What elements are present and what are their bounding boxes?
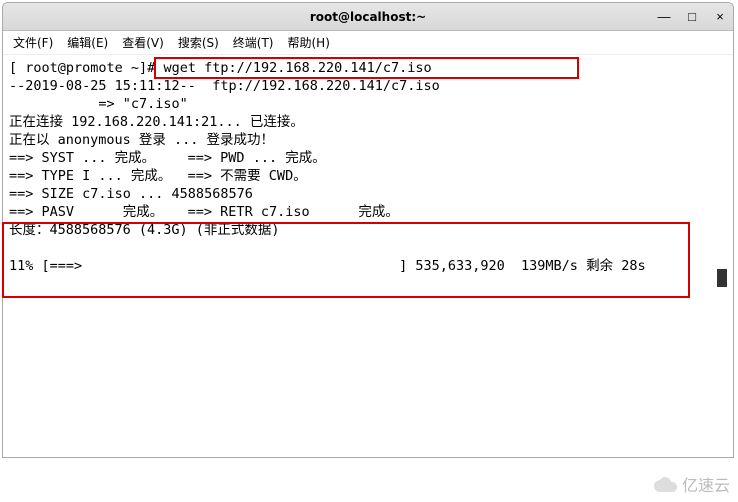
menu-file[interactable]: 文件(F) — [13, 34, 53, 51]
menu-terminal[interactable]: 终端(T) — [233, 34, 274, 51]
cloud-icon — [654, 476, 678, 492]
menu-view[interactable]: 查看(V) — [122, 34, 164, 51]
prompt: [ root@promote ~]# — [9, 60, 155, 76]
watermark: 亿速云 — [654, 472, 730, 496]
window-controls: — □ × — [657, 3, 727, 30]
output-line: ==> PASV 完成。 ==> RETR c7.iso 完成。 — [9, 204, 399, 220]
output-line: 长度：4588568576 (4.3G) (非正式数据) — [9, 222, 280, 238]
terminal-body[interactable]: [ root@promote ~]# wget ftp://192.168.22… — [3, 55, 733, 279]
progress-line: 11% [===> ] 535,633,920 139MB/s 剩余 28s — [9, 258, 646, 274]
output-line: 正在连接 192.168.220.141:21... 已连接。 — [9, 114, 304, 130]
close-button[interactable]: × — [713, 9, 727, 24]
minimize-button[interactable]: — — [657, 9, 671, 24]
scrollbar-thumb[interactable] — [717, 269, 727, 287]
output-line: --2019-08-25 15:11:12-- ftp://192.168.22… — [9, 78, 440, 94]
menu-help[interactable]: 帮助(H) — [288, 34, 330, 51]
output-line: 正在以 anonymous 登录 ... 登录成功！ — [9, 132, 274, 148]
maximize-button[interactable]: □ — [685, 9, 699, 24]
titlebar[interactable]: root@localhost:~ — □ × — [3, 3, 733, 31]
window-title: root@localhost:~ — [310, 10, 426, 24]
output-line: ==> SYST ... 完成。 ==> PWD ... 完成。 — [9, 150, 326, 166]
output-line: => "c7.iso" — [9, 96, 188, 112]
terminal-window: root@localhost:~ — □ × 文件(F) 编辑(E) 查看(V)… — [2, 2, 734, 458]
watermark-text: 亿速云 — [682, 472, 730, 496]
menu-search[interactable]: 搜索(S) — [178, 34, 219, 51]
menubar: 文件(F) 编辑(E) 查看(V) 搜索(S) 终端(T) 帮助(H) — [3, 31, 733, 55]
output-line: ==> SIZE c7.iso ... 4588568576 — [9, 186, 253, 202]
output-line: ==> TYPE I ... 完成。 ==> 不需要 CWD。 — [9, 168, 307, 184]
menu-edit[interactable]: 编辑(E) — [67, 34, 108, 51]
command-text: wget ftp://192.168.220.141/c7.iso — [163, 60, 431, 76]
